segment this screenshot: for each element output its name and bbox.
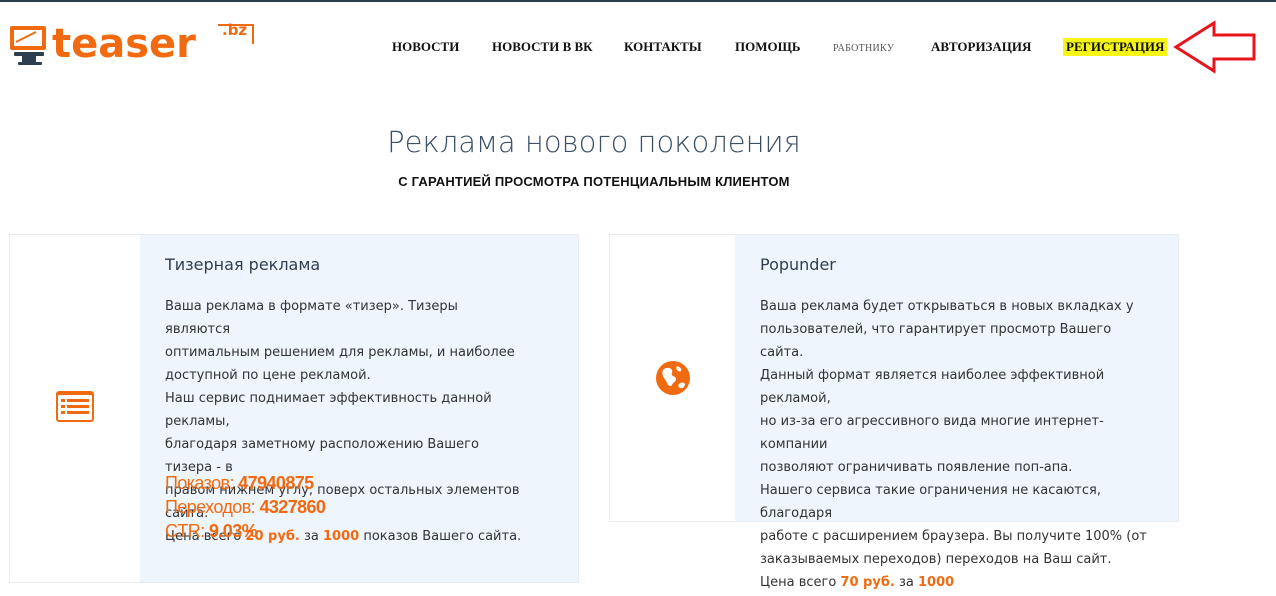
nav-login[interactable]: АВТОРИЗАЦИЯ bbox=[931, 38, 1031, 56]
card-text-line: оптимальным решением для рекламы, и наиб… bbox=[165, 345, 515, 360]
card-text-line: Ваша реклама будет открываться в новых в… bbox=[760, 299, 1134, 314]
nav-news[interactable]: НОВОСТИ bbox=[392, 38, 459, 56]
card-text-line: Ваша реклама в формате «тизер». Тизеры я… bbox=[165, 299, 458, 337]
price-mid: за bbox=[894, 575, 918, 590]
monitor-icon bbox=[10, 26, 46, 65]
globe-icon bbox=[656, 361, 690, 395]
card-text-line: доступной по цене рекламой. bbox=[165, 368, 371, 383]
price-prefix: Цена всего bbox=[760, 575, 841, 590]
card-text-line: пользователей, что гарантирует просмотр … bbox=[760, 322, 1112, 360]
card-icon-area bbox=[10, 235, 140, 582]
card-text-line: позволяют ограничивать появление поп-апа… bbox=[760, 460, 1073, 475]
list-icon bbox=[56, 391, 94, 422]
stat-value: 9.03% bbox=[209, 521, 258, 541]
nav-help[interactable]: ПОМОЩЬ bbox=[735, 38, 800, 56]
page-subtitle: С ГАРАНТИЕЙ ПРОСМОТРА ПОТЕНЦИАЛЬНЫМ КЛИЕ… bbox=[398, 174, 790, 189]
card-text-line: но из-за его агрессивного вида многие ин… bbox=[760, 414, 1104, 452]
logo-text: teaser bbox=[52, 21, 196, 67]
stat-impressions: Показов: 47940875 bbox=[165, 471, 325, 495]
card-title: Тизерная реклама bbox=[165, 255, 321, 274]
card-text-line: заказываемых переходов) переходов на Ваш… bbox=[760, 552, 1112, 567]
card-popunder: Popunder Ваша реклама будет открываться … bbox=[609, 234, 1179, 590]
stat-label: Показов: bbox=[165, 473, 239, 493]
price-count: 1000 bbox=[323, 529, 360, 544]
card-description: Ваша реклама будет открываться в новых в… bbox=[760, 295, 1155, 594]
stat-label: Переходов: bbox=[165, 497, 260, 517]
arrow-left-icon bbox=[1173, 20, 1256, 74]
page-title: Реклама нового поколения bbox=[387, 125, 801, 159]
card-text-line: Наш сервис поднимает эффективность данно… bbox=[165, 391, 492, 429]
price-suffix: показов Вашего сайта. bbox=[359, 529, 522, 544]
card-content: Тизерная реклама Ваша реклама в формате … bbox=[140, 235, 578, 582]
site-logo[interactable]: teaser .bz bbox=[8, 18, 258, 70]
card-price: Цена всего 70 руб. за 1000 bbox=[760, 571, 1155, 594]
logo-tld: .bz bbox=[222, 21, 248, 39]
card-stats: Показов: 47940875 Переходов: 4327860 CTR… bbox=[165, 471, 326, 543]
price-count: 1000 bbox=[918, 575, 955, 590]
stat-value: 4327860 bbox=[259, 497, 326, 517]
stat-label: CTR: bbox=[165, 521, 209, 541]
card-title: Popunder bbox=[760, 255, 836, 274]
price-value: 70 руб. bbox=[840, 575, 895, 590]
stat-value: 47940875 bbox=[238, 473, 314, 493]
card-text-line: работе с расширением браузера. Вы получи… bbox=[760, 529, 1147, 544]
card-text-line: Нашего сервиса такие ограничения не каса… bbox=[760, 483, 1101, 521]
stat-clicks: Переходов: 4327860 bbox=[165, 495, 326, 519]
card-text-line: Данный формат является наиболее эффектив… bbox=[760, 368, 1105, 406]
card-teaser: Тизерная реклама Ваша реклама в формате … bbox=[9, 234, 579, 583]
nav-register[interactable]: РЕГИСТРАЦИЯ bbox=[1063, 38, 1168, 56]
card-icon-area bbox=[610, 235, 735, 521]
card-content: Popunder Ваша реклама будет открываться … bbox=[735, 235, 1178, 590]
nav-worker[interactable]: РАБОТНИКУ bbox=[833, 40, 894, 58]
stat-ctr: CTR: 9.03% bbox=[165, 519, 325, 543]
nav-news-vk[interactable]: НОВОСТИ В ВК bbox=[492, 38, 593, 56]
nav-contacts[interactable]: КОНТАКТЫ bbox=[624, 38, 702, 56]
